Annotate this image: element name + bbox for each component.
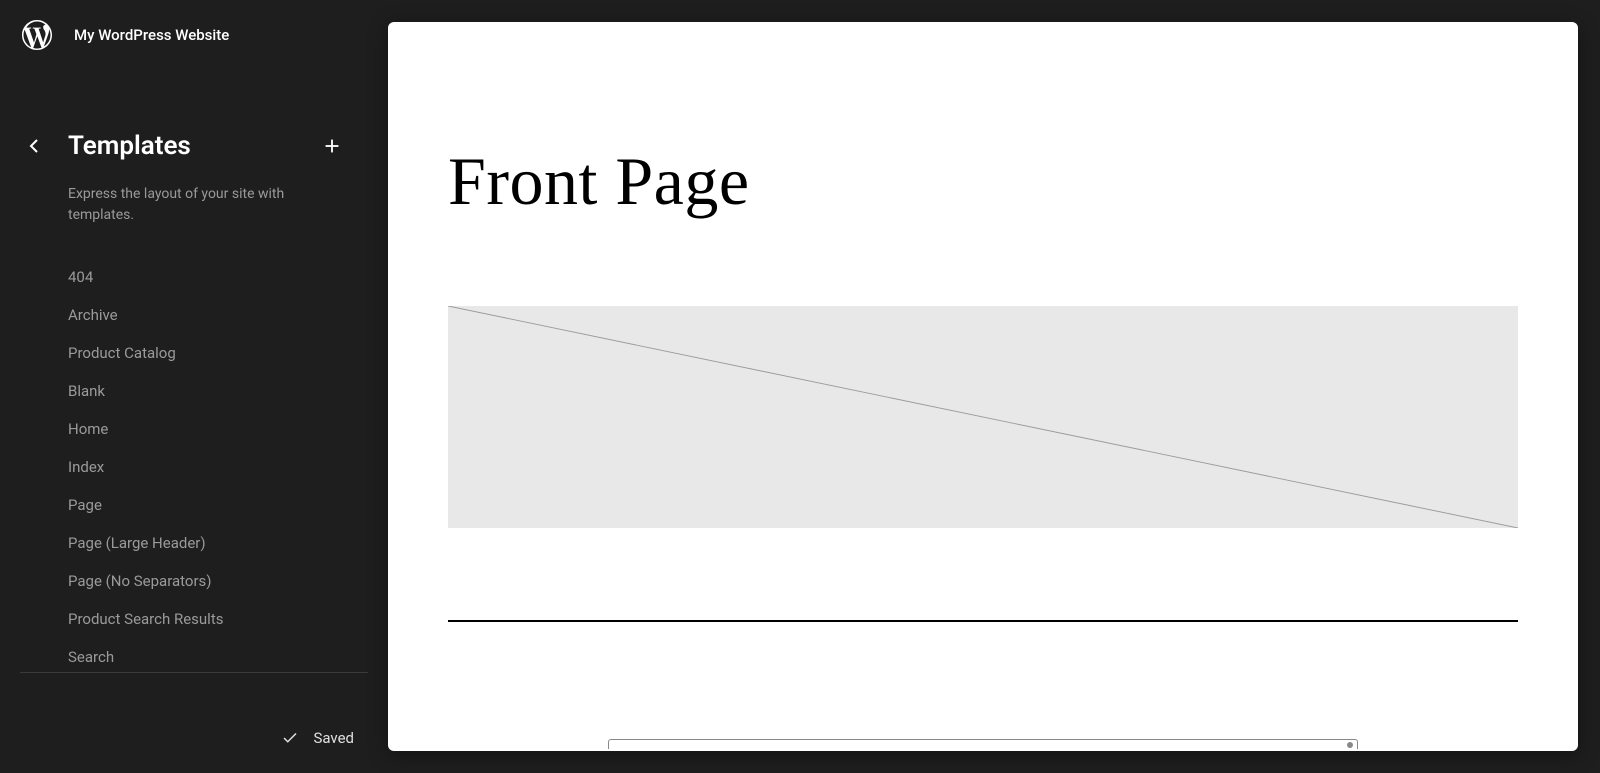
search-block-outline <box>608 739 1358 749</box>
template-item-search[interactable]: Search <box>68 638 368 676</box>
site-title: My WordPress Website <box>74 26 229 44</box>
app-root: My WordPress Website Templates Express t… <box>0 0 1600 773</box>
template-item-product-search-results[interactable]: Product Search Results <box>68 600 368 638</box>
search-block-icon <box>1347 742 1353 748</box>
page-title: Front Page <box>448 142 1518 221</box>
plus-icon <box>321 135 343 157</box>
template-preview-canvas[interactable]: Front Page <box>388 22 1578 751</box>
template-list: 404 Archive Product Catalog Blank Home I… <box>0 238 388 773</box>
template-item-product-catalog[interactable]: Product Catalog <box>68 334 368 372</box>
canvas-area: Front Page <box>388 0 1600 773</box>
wordpress-logo-icon <box>20 18 54 52</box>
template-item-index[interactable]: Index <box>68 448 368 486</box>
site-header[interactable]: My WordPress Website <box>0 0 388 70</box>
add-template-button[interactable] <box>316 130 348 162</box>
saved-status: Saved <box>281 729 354 747</box>
template-item-page[interactable]: Page <box>68 486 368 524</box>
horizontal-rule <box>448 620 1518 622</box>
check-icon <box>281 729 299 747</box>
template-item-404[interactable]: 404 <box>68 258 368 296</box>
image-placeholder <box>448 306 1518 528</box>
placeholder-diagonal-icon <box>448 306 1518 528</box>
template-item-page-large-header[interactable]: Page (Large Header) <box>68 524 368 562</box>
section-title: Templates <box>68 131 316 161</box>
section-description: Express the layout of your site with tem… <box>0 172 340 238</box>
sidebar-divider <box>20 672 368 673</box>
section-header: Templates <box>0 70 388 172</box>
template-item-page-no-separators[interactable]: Page (No Separators) <box>68 562 368 600</box>
sidebar: My WordPress Website Templates Express t… <box>0 0 388 773</box>
saved-label: Saved <box>313 729 354 747</box>
template-item-archive[interactable]: Archive <box>68 296 368 334</box>
template-item-home[interactable]: Home <box>68 410 368 448</box>
template-item-blank[interactable]: Blank <box>68 372 368 410</box>
chevron-left-icon <box>22 134 46 158</box>
back-button[interactable] <box>20 132 48 160</box>
